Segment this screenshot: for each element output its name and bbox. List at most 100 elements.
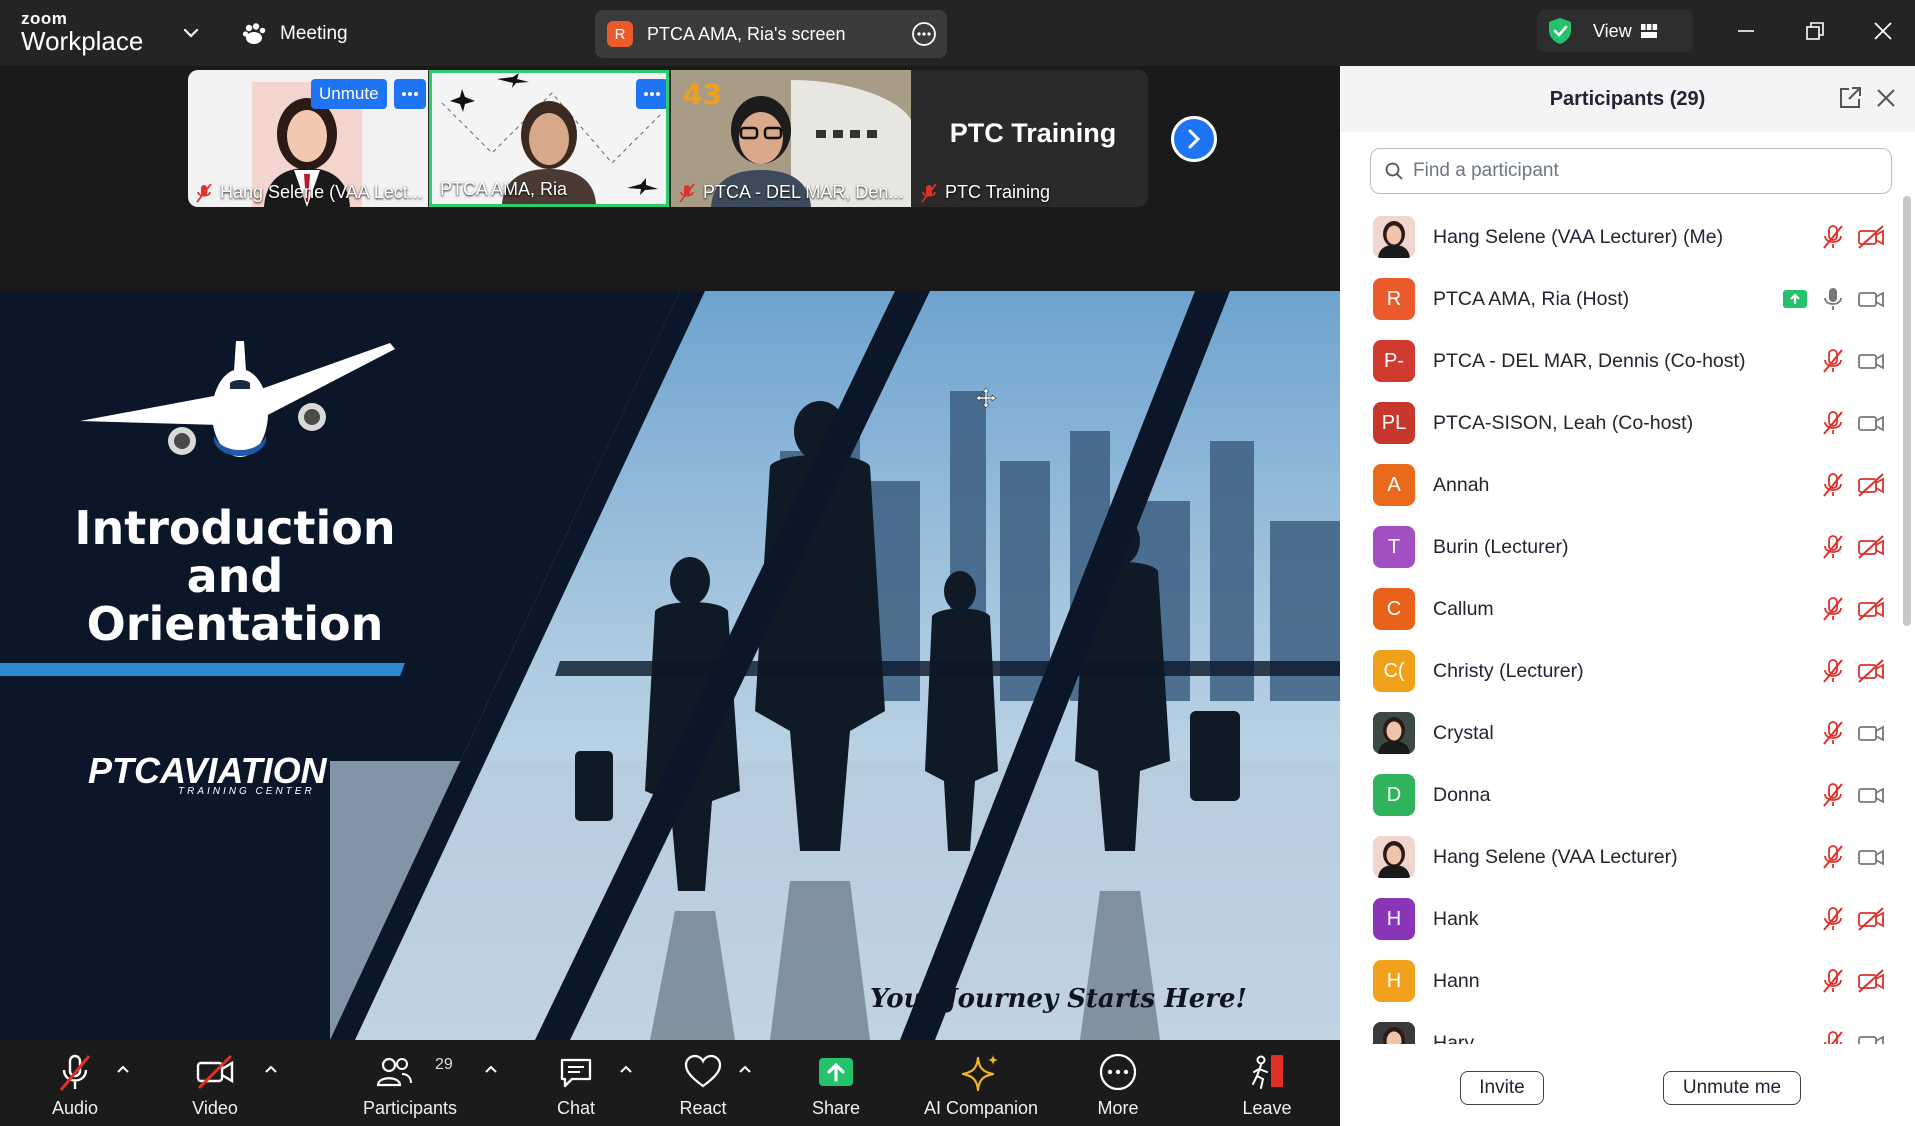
tile-more-button[interactable]	[394, 79, 426, 109]
video-icon	[1856, 720, 1886, 746]
avatar: D	[1373, 774, 1415, 816]
participants-list: Hang Selene (VAA Lecturer) (Me) R PTCA AMA…	[1340, 206, 1900, 1044]
mic-muted-icon	[1820, 844, 1846, 870]
mic-muted-icon	[1820, 224, 1846, 250]
video-tile-active-speaker[interactable]: PTCA AMA, Ria	[429, 70, 669, 207]
participant-name: Hang Selene (VAA Lecturer) (Me)	[1433, 225, 1724, 248]
video-off-icon	[1856, 534, 1886, 560]
tile-name: PTCA AMA, Ria	[440, 179, 568, 199]
logo-subtext: TRAINING CENTER	[178, 786, 315, 797]
more-button[interactable]: More	[1078, 1040, 1158, 1126]
restore-button[interactable]	[1798, 14, 1832, 48]
participant-row[interactable]: T Burin (Lecturer)	[1340, 516, 1900, 578]
mic-muted-icon	[921, 182, 937, 203]
avatar: R	[1373, 278, 1415, 320]
participant-row[interactable]: D Donna	[1340, 764, 1900, 826]
react-button[interactable]: React	[663, 1040, 743, 1126]
minimize-button[interactable]	[1729, 14, 1763, 48]
video-off-icon	[1856, 906, 1886, 932]
participant-search[interactable]	[1370, 148, 1892, 194]
share-screen-icon	[819, 1058, 853, 1086]
video-tile[interactable]: PTC Training PTC Training	[913, 70, 1148, 207]
video-tile[interactable]: Unmute Hang Selene (VAA Lect...	[188, 70, 428, 207]
mic-muted-icon	[1820, 720, 1846, 746]
chat-button[interactable]: Chat	[536, 1040, 616, 1126]
participant-name: Hank	[1433, 907, 1479, 930]
ptc-aviation-logo: PTCAVIATION TRAINING CENTER	[88, 750, 327, 797]
participant-row[interactable]: Hary	[1340, 1012, 1900, 1044]
tile-name-label: PTCA - DEL MAR, Den...	[679, 182, 903, 203]
chevron-up-icon[interactable]	[617, 1060, 635, 1078]
leave-icon	[1252, 1055, 1283, 1089]
chevron-down-icon[interactable]	[180, 22, 202, 44]
popout-icon[interactable]	[1838, 86, 1862, 110]
audio-button[interactable]: Audio	[30, 1040, 120, 1126]
video-icon	[1856, 286, 1886, 312]
chevron-up-icon[interactable]	[736, 1060, 754, 1078]
brand-large-text: Workplace	[21, 26, 144, 56]
close-icon[interactable]	[1875, 87, 1897, 109]
chevron-up-icon[interactable]	[114, 1060, 132, 1078]
unmute-me-button[interactable]: Unmute me	[1663, 1071, 1801, 1105]
participants-scrollbar[interactable]	[1903, 196, 1911, 626]
participant-search-input[interactable]	[1413, 160, 1873, 182]
participant-row[interactable]: A Annah	[1340, 454, 1900, 516]
mic-icon	[1820, 286, 1846, 312]
logo-text: PTCAVIATION	[88, 750, 327, 791]
more-icon	[402, 92, 418, 96]
next-page-button[interactable]	[1171, 116, 1217, 162]
participant-name: PTCA-SISON, Leah (Co-host)	[1433, 411, 1694, 434]
audio-label: Audio	[51, 1098, 99, 1118]
participant-row[interactable]: Hang Selene (VAA Lecturer) (Me)	[1340, 206, 1900, 268]
participant-row[interactable]: C(Christy (Lecturer)	[1340, 640, 1900, 702]
video-off-icon	[1856, 658, 1886, 684]
participant-row[interactable]: Hang Selene (VAA Lecturer)	[1340, 826, 1900, 888]
chevron-up-icon[interactable]	[482, 1060, 500, 1078]
grid-icon	[1640, 24, 1657, 38]
slide-title-line: and	[186, 549, 284, 603]
avatar: A	[1373, 464, 1415, 506]
leave-button[interactable]: Leave	[1227, 1040, 1307, 1126]
shield-check-icon[interactable]	[1547, 17, 1573, 45]
avatar: PL	[1373, 402, 1415, 444]
mic-muted-icon	[1820, 348, 1846, 374]
ai-companion-button[interactable]: AI Companion	[910, 1040, 1052, 1126]
screen-share-indicator[interactable]: R PTCA AMA, Ria's screen	[595, 10, 947, 58]
unmute-overlay-button[interactable]: Unmute	[311, 79, 387, 109]
participant-row[interactable]: H Hank	[1340, 888, 1900, 950]
mic-muted-icon	[1820, 472, 1846, 498]
participant-row[interactable]: C Callum	[1340, 578, 1900, 640]
zoom-workplace-logo[interactable]: zoom Workplace	[21, 10, 143, 54]
mic-muted-icon	[196, 182, 212, 203]
video-tile[interactable]: 43 PTCA - DEL MAR, Den...	[671, 70, 911, 207]
video-button[interactable]: Video	[170, 1040, 260, 1126]
participants-button[interactable]: 29 Participants	[355, 1040, 465, 1126]
chat-label: Chat	[556, 1098, 596, 1118]
participants-count: 29	[435, 1056, 453, 1073]
invite-button[interactable]: Invite	[1460, 1071, 1544, 1105]
participant-row[interactable]: Crystal	[1340, 702, 1900, 764]
meeting-menu-button[interactable]: Meeting	[242, 19, 348, 49]
chevron-right-icon	[1188, 129, 1201, 149]
mic-muted-icon	[1820, 658, 1846, 684]
video-icon	[1856, 410, 1886, 436]
avatar: P-	[1373, 340, 1415, 382]
video-label: Video	[192, 1098, 238, 1118]
participant-row[interactable]: PL PTCA-SISON, Leah (Co-host)	[1340, 392, 1900, 454]
participant-row[interactable]: R PTCA AMA, Ria (Host)	[1340, 268, 1900, 330]
search-icon	[1385, 162, 1403, 180]
tile-more-button[interactable]	[636, 79, 666, 109]
close-window-button[interactable]	[1866, 14, 1900, 48]
avatar	[1373, 216, 1415, 258]
participant-row[interactable]: H Hann	[1340, 950, 1900, 1012]
share-button[interactable]: Share	[796, 1040, 876, 1126]
more-icon[interactable]	[911, 21, 937, 47]
meeting-label: Meeting	[280, 23, 348, 44]
view-button[interactable]: View	[1537, 10, 1693, 52]
sharer-avatar: R	[607, 21, 633, 47]
participant-name: Annah	[1433, 473, 1490, 496]
chevron-up-icon[interactable]	[262, 1060, 280, 1078]
mic-muted-icon	[1820, 906, 1846, 932]
participant-row[interactable]: P- PTCA - DEL MAR, Dennis (Co-host)	[1340, 330, 1900, 392]
screen-sharing-icon	[1783, 290, 1807, 308]
